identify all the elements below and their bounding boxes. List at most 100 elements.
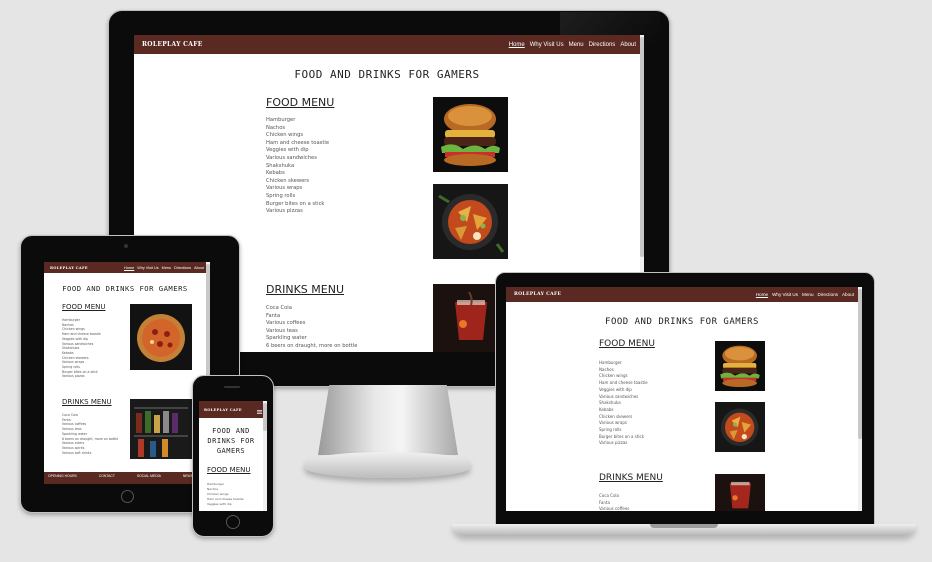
phone-screen: ROLEPLAY CAFE FOOD AND DRINKS FOR GAMERS… (199, 401, 267, 511)
list-item: Sparkling water (266, 335, 307, 342)
phone-scrollbar[interactable] (263, 401, 267, 511)
list-item: Fanta (266, 312, 281, 319)
desktop-nav-links: Home Why Visit Us Menu Directions About (509, 42, 636, 48)
nav-menu[interactable]: Menu (162, 266, 172, 270)
list-item: Chicken wings (599, 373, 628, 379)
nav-about[interactable]: About (194, 266, 204, 270)
list-item: Spring rolls (599, 427, 622, 433)
nav-menu[interactable]: Menu (569, 42, 584, 48)
pizza-photo (130, 304, 192, 370)
food-menu-heading: FOOD MENU (62, 303, 106, 311)
list-item: Veggies with dip (207, 502, 232, 506)
food-menu-list: Hamburger Nachos Chicken wings Ham and c… (266, 117, 329, 216)
nav-home[interactable]: Home (509, 42, 525, 48)
list-item: Kebabs (266, 170, 285, 177)
list-item: Nachos (266, 124, 286, 131)
nachos-photo (433, 184, 508, 259)
laptop-scrollbar[interactable] (858, 287, 862, 511)
page-title: FOOD AND DRINKS FOR GAMERS (605, 317, 759, 327)
footer-social-media: SOCIAL MEDIA (136, 474, 161, 478)
list-item: Various pizzas (62, 374, 85, 379)
desktop-navbar: ROLEPLAY CAFE Home Why Visit Us Menu Dir… (134, 35, 644, 54)
tablet-camera (124, 244, 128, 248)
list-item: Coca Cola (599, 493, 619, 498)
list-item: Ham and cheese toastie (266, 139, 330, 146)
list-item: Various teas (266, 327, 298, 334)
list-item: Burger bites on a stick (266, 200, 325, 207)
bar-bottles-photo (130, 399, 192, 459)
page-title: FOOD AND DRINKS FOR GAMERS (294, 68, 480, 81)
food-menu-list: Hamburger Nachos Chicken wings Ham and c… (62, 318, 101, 379)
drinks-menu-heading: DRINKS MENU (266, 283, 344, 296)
footer-opening-hours: OPENING HOURS (48, 474, 77, 478)
list-item: Various pizzas (266, 208, 303, 215)
phone-home-button[interactable] (226, 515, 240, 529)
list-item: Chicken skewers (266, 177, 310, 184)
phone-scrollbar-thumb[interactable] (263, 403, 267, 431)
list-item: 6 beers on draught, more on bottle (266, 342, 358, 349)
drinks-menu-list: Coca Cola Fanta Various coffees Various … (62, 413, 118, 455)
nav-why-visit-us[interactable]: Why Visit Us (772, 292, 798, 297)
list-item: Spring rolls (266, 192, 296, 199)
cocktail-photo (715, 474, 765, 511)
list-item: Various coffees (599, 506, 630, 511)
laptop-scrollbar-thumb[interactable] (858, 289, 862, 439)
nav-about[interactable]: About (620, 42, 636, 48)
burger-photo (433, 97, 508, 172)
brand-logo[interactable]: ROLEPLAY CAFE (204, 408, 242, 412)
list-item: Various sandwiches (599, 393, 639, 399)
burger-photo (715, 341, 765, 391)
list-item: Kebabs (599, 406, 614, 412)
list-item: Hamburger (266, 117, 296, 123)
laptop-notch (650, 524, 718, 528)
desktop-stand-base (305, 452, 470, 478)
drinks-menu-heading: DRINKS MENU (62, 398, 112, 406)
list-item: Burger bites on a stick (599, 433, 645, 439)
tablet-navbar: ROLEPLAY CAFE Home Why Visit Us Menu Dir… (44, 262, 210, 273)
nav-home[interactable]: Home (124, 266, 134, 270)
page-title-line: DRINKS FOR (207, 437, 255, 445)
laptop-screen: ROLEPLAY CAFE Home Why Visit Us Menu Dir… (506, 287, 862, 511)
brand-logo[interactable]: ROLEPLAY CAFE (50, 266, 88, 270)
nav-why-visit-us[interactable]: Why Visit Us (530, 42, 564, 48)
list-item: Veggies with dip (266, 147, 309, 154)
nav-why-visit-us[interactable]: Why Visit Us (137, 266, 158, 270)
drinks-menu-heading: DRINKS MENU (599, 473, 663, 483)
nav-menu[interactable]: Menu (802, 292, 814, 297)
laptop-nav-links: Home Why Visit Us Menu Directions About (756, 292, 854, 297)
page-title-line: FOOD AND (212, 427, 250, 435)
phone-navbar: ROLEPLAY CAFE (199, 401, 267, 418)
nav-home[interactable]: Home (756, 292, 768, 297)
phone-speaker (224, 386, 240, 388)
page-title: FOOD AND DRINKS FOR GAMERS (62, 284, 188, 293)
list-item: Various soft drinks (62, 450, 92, 455)
nav-directions[interactable]: Directions (174, 266, 191, 270)
nav-about[interactable]: About (842, 292, 854, 297)
laptop-navbar: ROLEPLAY CAFE Home Why Visit Us Menu Dir… (506, 287, 862, 302)
desktop-scrollbar-thumb[interactable] (640, 37, 644, 257)
page-title-line: GAMERS (216, 447, 246, 455)
brand-logo[interactable]: ROLEPLAY CAFE (514, 292, 561, 297)
brand-logo[interactable]: ROLEPLAY CAFE (142, 41, 203, 48)
list-item: Various sandwiches (266, 154, 317, 161)
hamburger-menu-icon[interactable] (257, 401, 262, 419)
list-item: Various wraps (599, 420, 627, 426)
footer-contact: CONTACT (98, 474, 115, 478)
list-item: Various coffees (266, 320, 306, 327)
nav-directions[interactable]: Directions (818, 292, 838, 297)
list-item: Various pizzas (599, 440, 628, 446)
list-item: Coca Cola (266, 305, 292, 311)
food-menu-list: Hamburger Nachos Chicken wings Ham and c… (207, 482, 243, 507)
page-title: FOOD AND DRINKS FOR GAMERS (199, 426, 263, 456)
nachos-photo (715, 402, 765, 452)
tablet-nav-links: Home Why Visit Us Menu Directions About (124, 266, 204, 270)
list-item: Fanta (599, 499, 610, 505)
food-menu-heading: FOOD MENU (266, 96, 335, 109)
tablet-screen: ROLEPLAY CAFE Home Why Visit Us Menu Dir… (44, 262, 210, 484)
nav-directions[interactable]: Directions (589, 42, 616, 48)
list-item: Shakshuka (599, 400, 621, 406)
food-menu-list: Hamburger Nachos Chicken wings Ham and c… (599, 360, 648, 447)
list-item: Hamburger (599, 360, 622, 365)
tablet-home-button[interactable] (121, 490, 134, 503)
list-item: Chicken skewers (599, 413, 633, 419)
